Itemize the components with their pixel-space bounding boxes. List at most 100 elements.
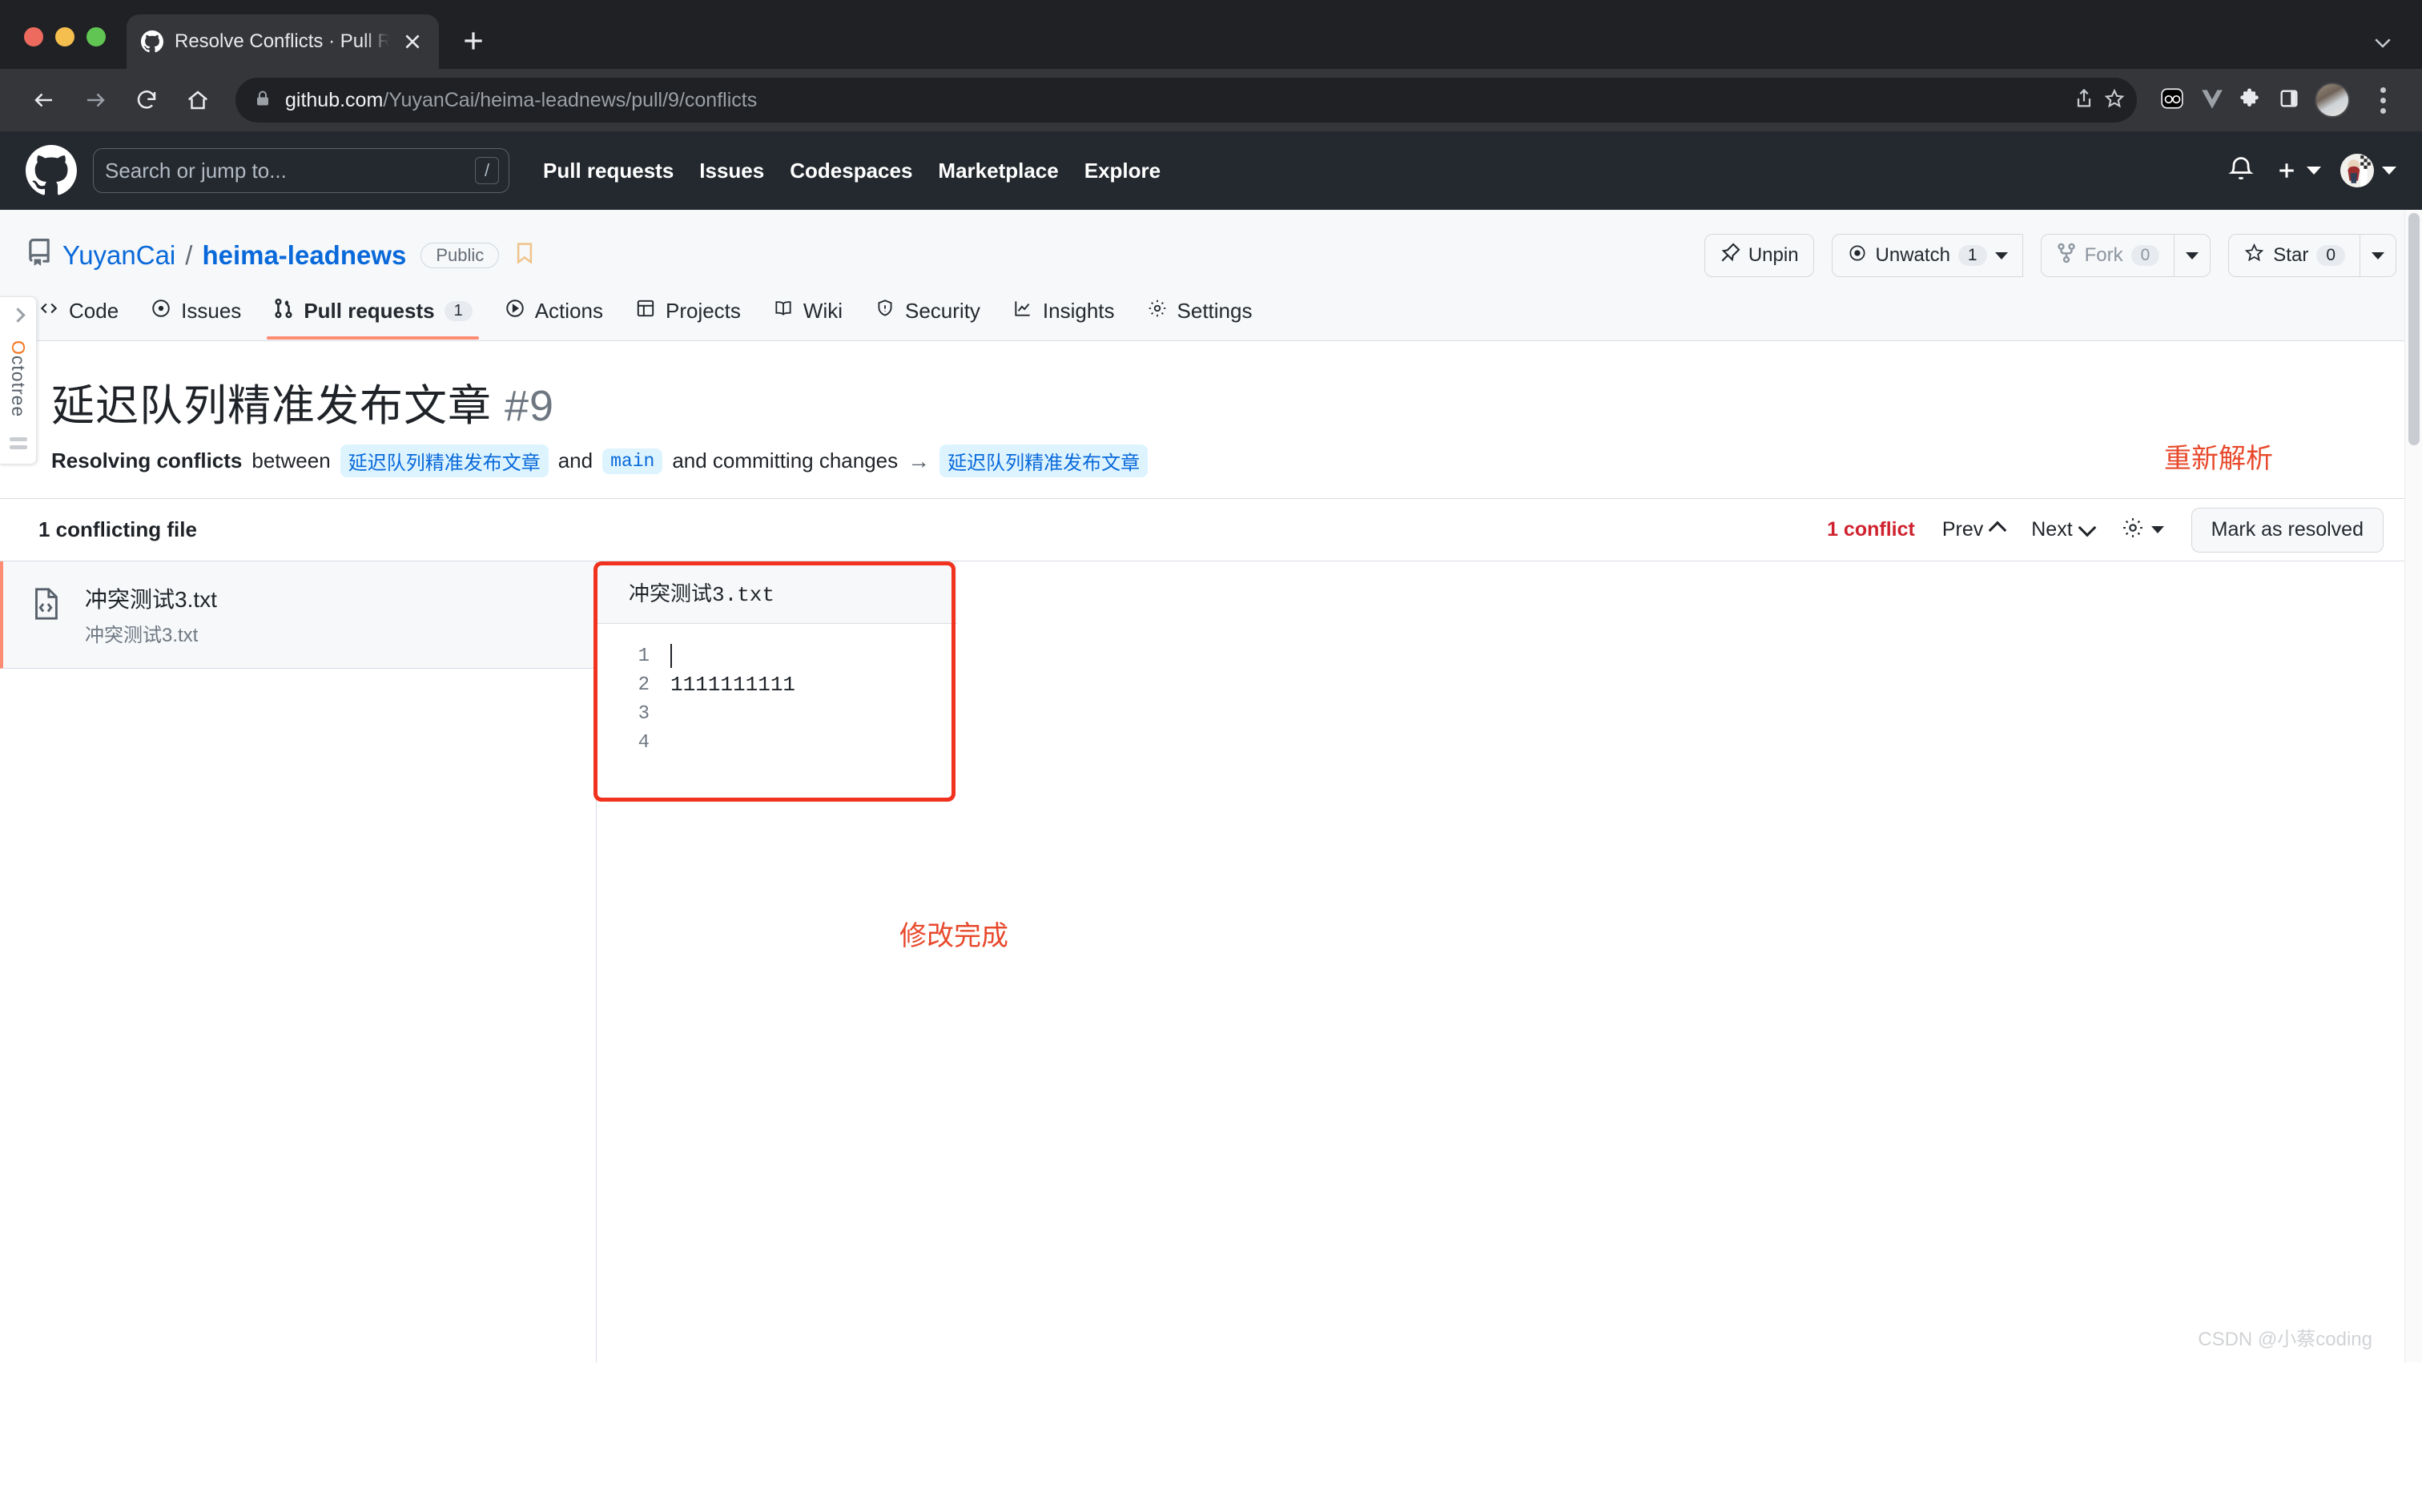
- tab-wiki[interactable]: Wiki: [760, 298, 855, 340]
- bookmark-star-icon[interactable]: [2103, 87, 2126, 114]
- target-branch-chip[interactable]: main: [602, 448, 662, 474]
- mark-as-resolved-button[interactable]: Mark as resolved: [2191, 508, 2384, 553]
- code-line[interactable]: 4: [597, 728, 957, 757]
- gear-icon: [2121, 516, 2145, 544]
- window-controls[interactable]: [24, 27, 127, 69]
- browser-tabstrip: Resolve Conflicts · Pull Reques: [0, 0, 2422, 69]
- nav-codespaces[interactable]: Codespaces: [790, 159, 912, 183]
- editor-filename: 冲突测试3.txt: [597, 561, 957, 624]
- profile-avatar[interactable]: [2315, 82, 2350, 118]
- fork-icon: [2056, 243, 2077, 269]
- text-cursor: [670, 644, 672, 668]
- star-button[interactable]: Star 0: [2228, 234, 2360, 277]
- back-arrow-icon[interactable]: [21, 77, 67, 123]
- bookmark-icon[interactable]: [513, 240, 536, 271]
- browser-tab-title: Resolve Conflicts · Pull Reques: [175, 30, 389, 53]
- puzzle-icon[interactable]: [2239, 86, 2263, 115]
- page-title: 延迟队列精准发布文章 #9: [51, 370, 2371, 433]
- tab-wiki-label: Wiki: [803, 299, 843, 324]
- star-dropdown-button[interactable]: [2360, 234, 2396, 277]
- conflict-editor[interactable]: 冲突测试3.txt 1 2 1111111111 3: [597, 561, 957, 802]
- page-scrollbar[interactable]: [2404, 210, 2422, 1362]
- scrollbar-thumb[interactable]: [2408, 213, 2420, 445]
- chevron-down-icon: [2307, 167, 2321, 175]
- window-minimize-dot[interactable]: [55, 27, 74, 46]
- line-number: 1: [597, 645, 670, 667]
- nav-issues[interactable]: Issues: [699, 159, 764, 183]
- source-branch-chip[interactable]: 延迟队列精准发布文章: [340, 444, 549, 477]
- pr-number: #9: [505, 382, 554, 430]
- tab-settings[interactable]: Settings: [1134, 298, 1265, 340]
- fork-button[interactable]: Fork 0: [2041, 234, 2175, 277]
- sidepanel-icon[interactable]: [2278, 87, 2300, 114]
- code-line[interactable]: 1: [597, 641, 957, 670]
- conflict-subtitle: Resolving conflicts between 延迟队列精准发布文章 a…: [51, 444, 2371, 477]
- tab-settings-label: Settings: [1177, 299, 1253, 324]
- repo-owner-link[interactable]: YuyanCai: [62, 240, 175, 271]
- nav-pull-requests[interactable]: Pull requests: [543, 159, 674, 183]
- repo-actions: Unpin Unwatch 1 Fork: [1704, 234, 2396, 277]
- chevron-right-icon[interactable]: [10, 308, 25, 322]
- tab-actions-label: Actions: [535, 299, 603, 324]
- tab-security[interactable]: Security: [862, 298, 993, 340]
- browser-chrome: Resolve Conflicts · Pull Reques: [0, 0, 2422, 131]
- global-nav: Pull requests Issues Codespaces Marketpl…: [543, 159, 1161, 183]
- list-item[interactable]: 冲突测试3.txt 冲突测试3.txt: [0, 561, 596, 669]
- line-number: 4: [597, 732, 670, 754]
- tabstrip-chevron-down-icon[interactable]: [2371, 30, 2395, 54]
- tab-insights[interactable]: Insights: [1000, 298, 1128, 340]
- line-content[interactable]: 1111111111: [670, 673, 795, 697]
- tab-code-label: Code: [69, 299, 119, 324]
- editor-settings-button[interactable]: [2121, 516, 2164, 544]
- pocket-icon[interactable]: [2159, 86, 2185, 115]
- line-content[interactable]: [670, 644, 672, 668]
- address-bar[interactable]: github.com/YuyanCai/heima-leadnews/pull/…: [235, 78, 2137, 123]
- tab-issues[interactable]: Issues: [138, 298, 254, 340]
- account-menu[interactable]: [2340, 154, 2396, 187]
- chevron-up-icon: [1989, 521, 2007, 539]
- code-area[interactable]: 1 2 1111111111 3 4: [597, 624, 957, 802]
- fork-dropdown-button[interactable]: [2174, 234, 2211, 277]
- graph-icon: [1012, 298, 1033, 324]
- plus-icon: [2275, 159, 2299, 183]
- tab-actions[interactable]: Actions: [492, 298, 616, 340]
- address-bar-url: github.com/YuyanCai/heima-leadnews/pull/…: [285, 89, 757, 112]
- window-close-dot[interactable]: [24, 27, 43, 46]
- repo-name-link[interactable]: heima-leadnews: [202, 240, 406, 271]
- search-input[interactable]: Search or jump to... /: [93, 148, 509, 193]
- share-icon[interactable]: [2073, 87, 2095, 114]
- between-label: between: [251, 448, 330, 473]
- prev-conflict-button[interactable]: Prev: [1942, 518, 2004, 541]
- browser-tab-active[interactable]: Resolve Conflicts · Pull Reques: [127, 14, 439, 69]
- vue-devtools-icon[interactable]: [2199, 86, 2225, 115]
- reload-icon[interactable]: [123, 77, 170, 123]
- window-maximize-dot[interactable]: [86, 27, 106, 46]
- octotree-menu-icon[interactable]: [10, 437, 27, 449]
- unwatch-button[interactable]: Unwatch 1: [1832, 234, 2023, 277]
- tab-code[interactable]: Code: [26, 298, 131, 340]
- unpin-button[interactable]: Unpin: [1704, 234, 1814, 277]
- create-new-menu[interactable]: [2275, 159, 2321, 183]
- result-branch-chip[interactable]: 延迟队列精准发布文章: [939, 444, 1148, 477]
- extension-icons: [2148, 77, 2401, 123]
- new-tab-button[interactable]: [449, 16, 498, 66]
- code-line[interactable]: 3: [597, 699, 957, 728]
- kebab-menu-icon[interactable]: [2364, 77, 2401, 123]
- tab-pull-requests[interactable]: Pull requests 1: [260, 298, 485, 340]
- home-icon[interactable]: [175, 77, 221, 123]
- shield-icon: [875, 298, 895, 324]
- code-line[interactable]: 2 1111111111: [597, 670, 957, 699]
- tab-projects[interactable]: Projects: [622, 298, 754, 340]
- github-mark-icon[interactable]: [26, 145, 77, 196]
- nav-explore[interactable]: Explore: [1084, 159, 1161, 183]
- nav-marketplace[interactable]: Marketplace: [938, 159, 1058, 183]
- forward-arrow-icon[interactable]: [72, 77, 119, 123]
- github-header: Search or jump to... / Pull requests Iss…: [0, 131, 2422, 210]
- next-conflict-button[interactable]: Next: [2031, 518, 2093, 541]
- file-name: 冲突测试3.txt: [85, 582, 217, 614]
- chevron-down-icon: [1995, 252, 2008, 259]
- close-icon[interactable]: [400, 30, 424, 54]
- repo-page: Octotree YuyanCai / heima-leadnews Publi…: [0, 210, 2422, 1362]
- bell-icon[interactable]: [2227, 155, 2255, 187]
- lock-icon: [253, 89, 272, 112]
